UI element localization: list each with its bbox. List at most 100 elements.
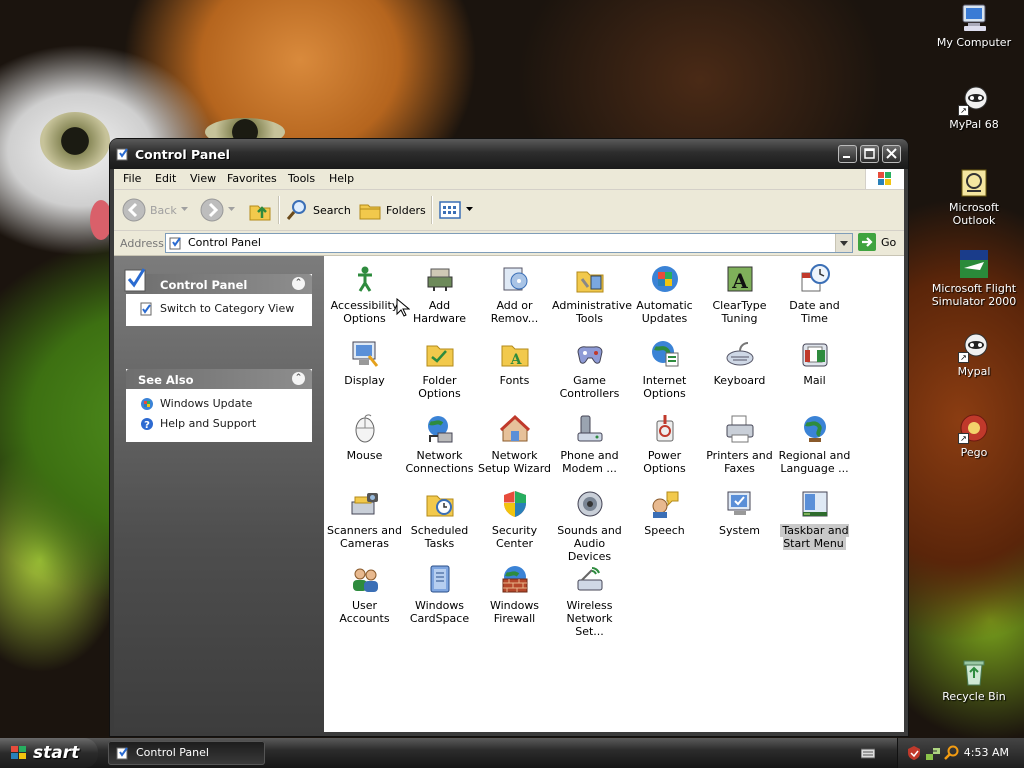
control-panel-item-internet-options[interactable]: Internet Options [627, 336, 702, 400]
control-panel-item-sounds-audio[interactable]: Sounds and Audio Devices [552, 486, 627, 563]
collapse-chevron-icon[interactable]: ⌃ [292, 372, 305, 385]
control-panel-item-date-time[interactable]: Date and Time [777, 261, 852, 325]
item-label: Wireless Network Set... [566, 599, 613, 638]
close-icon [886, 148, 897, 159]
date-time-icon [799, 263, 831, 295]
wallpaper-cat-nose [90, 200, 112, 240]
search-button[interactable]: Search [285, 198, 351, 222]
control-panel-item-printers-faxes[interactable]: Printers and Faxes [702, 411, 777, 475]
control-panel-item-keyboard[interactable]: Keyboard [702, 336, 777, 387]
control-panel-item-accessibility[interactable]: Accessibility Options [327, 261, 402, 325]
control-panel-item-network-setup[interactable]: Network Setup Wizard [477, 411, 552, 475]
item-label: System [718, 524, 761, 537]
control-panel-item-folder-options[interactable]: Folder Options [402, 336, 477, 400]
minimize-button[interactable] [838, 145, 857, 163]
control-panel-item-speech[interactable]: Speech [627, 486, 702, 537]
desktop-icon-pego[interactable]: ↗ Pego [926, 412, 1022, 459]
control-panel-item-mail[interactable]: Mail [777, 336, 852, 387]
desktop-icon-my-computer[interactable]: My Computer [926, 2, 1022, 49]
desktop-icon-mypal-68[interactable]: ↗ MyPal 68 [926, 84, 1022, 131]
collapse-chevron-icon[interactable]: ⌃ [292, 277, 305, 290]
menu-file[interactable]: File [123, 172, 141, 185]
item-label: Power Options [643, 449, 686, 475]
help-support-link[interactable]: ? Help and Support [126, 414, 312, 434]
switch-category-view-link[interactable]: Switch to Category View [126, 299, 312, 319]
control-panel-section-header[interactable]: Control Panel ⌃ [124, 268, 312, 294]
desktop-icon-recycle-bin[interactable]: Recycle Bin [926, 656, 1022, 703]
control-panel-section: Control Panel ⌃ Switch to Category View [124, 268, 312, 326]
add-remove-programs-icon [499, 263, 531, 295]
address-field[interactable]: Control Panel [165, 233, 853, 253]
control-panel-item-user-accounts[interactable]: User Accounts [327, 561, 402, 625]
keyboard-tray-icon[interactable] [861, 747, 875, 759]
menu-favorites[interactable]: Favorites [227, 172, 277, 185]
go-button[interactable]: Go [858, 233, 896, 251]
control-panel-item-scheduled-tasks[interactable]: Scheduled Tasks [402, 486, 477, 550]
control-panel-item-security-center[interactable]: Security Center [477, 486, 552, 550]
item-label: Windows Firewall [489, 599, 540, 625]
task-pane: Control Panel ⌃ Switch to Category View … [114, 256, 324, 732]
menu-tools[interactable]: Tools [288, 172, 315, 185]
windows-update-link[interactable]: Windows Update [126, 394, 312, 414]
control-panel-item-fonts[interactable]: A Fonts [477, 336, 552, 387]
menu-edit[interactable]: Edit [155, 172, 176, 185]
shield-tray-icon[interactable] [906, 745, 922, 761]
item-label: Date and Time [789, 299, 840, 325]
user-accounts-icon [349, 563, 381, 595]
maximize-button[interactable] [860, 145, 879, 163]
control-panel-item-regional-language[interactable]: Regional and Language ... [777, 411, 852, 475]
toolbar-separator [431, 196, 433, 224]
mypal-icon: ↗ [958, 84, 990, 116]
item-label: Sounds and Audio Devices [557, 524, 622, 563]
desktop-icon-label: Microsoft Outlook [948, 201, 1000, 227]
views-button[interactable] [438, 198, 474, 222]
windows-update-icon [141, 398, 153, 410]
menu-bar: File Edit View Favorites Tools Help [114, 169, 904, 190]
item-label: Display [344, 374, 385, 387]
up-folder-button[interactable] [248, 198, 272, 222]
control-panel-item-power-options[interactable]: Power Options [627, 411, 702, 475]
control-panel-item-add-remove-programs[interactable]: Add or Remov... [477, 261, 552, 325]
close-button[interactable] [882, 145, 901, 163]
control-panel-item-administrative-tools[interactable]: Administrative Tools [552, 261, 632, 325]
control-panel-item-wireless-network[interactable]: Wireless Network Set... [552, 561, 627, 638]
see-also-section-header[interactable]: See Also ⌃ [126, 369, 312, 389]
forward-button[interactable] [200, 198, 236, 222]
window-titlebar[interactable]: Control Panel [110, 139, 908, 169]
desktop-icon-microsoft-outlook[interactable]: Microsoft Outlook [926, 167, 1022, 227]
search-tray-icon[interactable] [944, 745, 960, 761]
back-button[interactable]: Back [122, 198, 189, 222]
back-arrow-icon [122, 198, 146, 222]
start-button[interactable]: start [0, 738, 98, 768]
folders-button[interactable]: Folders [358, 198, 426, 222]
address-dropdown-button[interactable] [835, 234, 852, 252]
svg-text:A: A [509, 352, 522, 368]
control-panel-item-phone-modem[interactable]: Phone and Modem ... [552, 411, 627, 475]
control-panel-item-scanners-cameras[interactable]: Scanners and Cameras [327, 486, 402, 550]
control-panel-item-display[interactable]: Display [327, 336, 402, 387]
menu-help[interactable]: Help [329, 172, 354, 185]
control-panel-item-taskbar-start-menu[interactable]: Taskbar and Start Menu [777, 486, 852, 550]
control-panel-item-cleartype[interactable]: A ClearType Tuning [702, 261, 777, 325]
menu-view[interactable]: View [190, 172, 216, 185]
control-panel-item-cardspace[interactable]: Windows CardSpace [402, 561, 477, 625]
desktop-icon-flight-simulator[interactable]: Microsoft Flight Simulator 2000 [926, 248, 1022, 308]
phone-modem-icon [574, 413, 606, 445]
automatic-updates-icon [649, 263, 681, 295]
sounds-audio-icon [574, 488, 606, 520]
network-tray-icon[interactable] [925, 745, 941, 761]
control-panel-item-game-controllers[interactable]: Game Controllers [552, 336, 627, 400]
taskbar-button-control-panel[interactable]: Control Panel [108, 741, 265, 765]
control-panel-item-mouse[interactable]: Mouse [327, 411, 402, 462]
control-panel-item-system[interactable]: System [702, 486, 777, 537]
search-label: Search [313, 203, 351, 217]
control-panel-item-firewall[interactable]: Windows Firewall [477, 561, 552, 625]
wireless-network-icon [574, 563, 606, 595]
clock[interactable]: 4:53 AM [964, 746, 1009, 759]
control-panel-item-automatic-updates[interactable]: Automatic Updates [627, 261, 702, 325]
desktop-icon-mypal[interactable]: ↗ Mypal [926, 331, 1022, 378]
control-panel-item-add-hardware[interactable]: Add Hardware [402, 261, 477, 325]
fonts-icon: A [499, 338, 531, 370]
recycle-bin-icon [958, 656, 990, 688]
control-panel-item-network-connections[interactable]: Network Connections [402, 411, 477, 475]
